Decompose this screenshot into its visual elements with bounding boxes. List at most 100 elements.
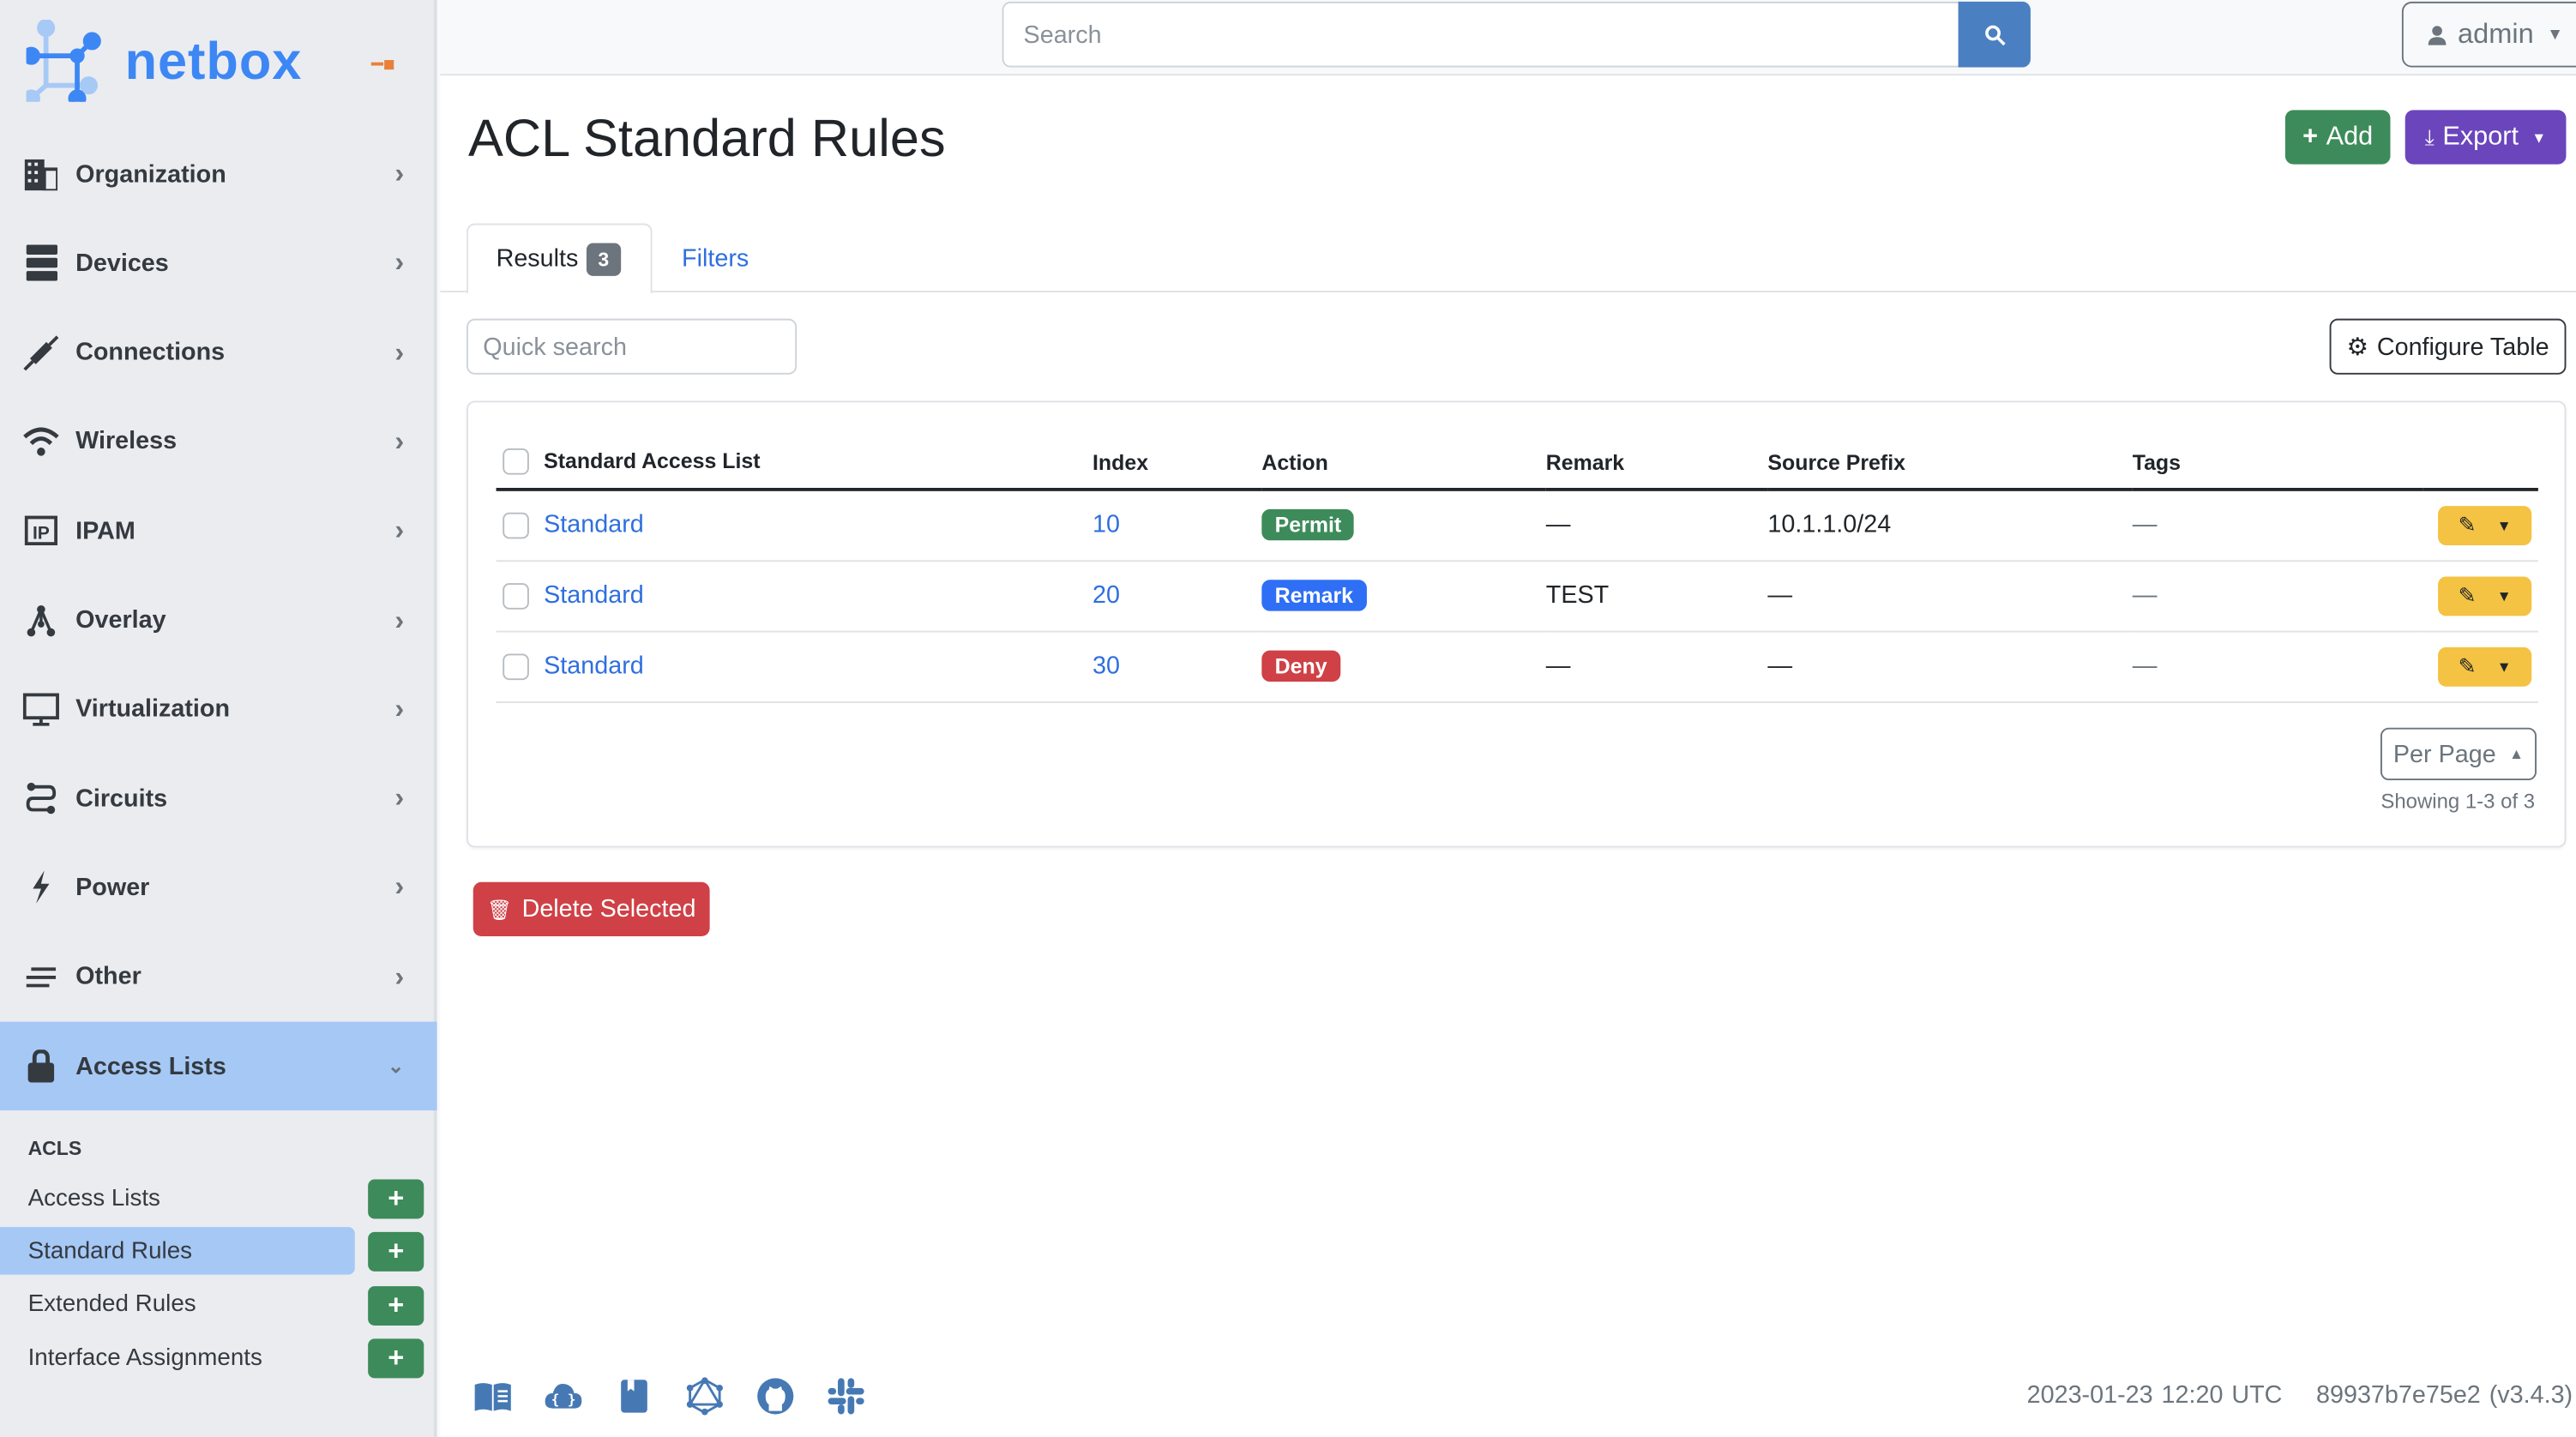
sidebar-subitem-extended-rules[interactable]: Extended Rules [0,1281,355,1329]
row-checkbox[interactable] [503,513,529,539]
sidebar-item-label: Power [75,873,150,902]
building-icon [23,158,59,190]
search-input[interactable]: Search [1002,1,1960,68]
caret-down-icon[interactable]: ▼ [2497,587,2512,604]
api-cloud-icon[interactable]: { } [544,1376,583,1416]
column-header[interactable]: Remark [1545,435,1768,491]
sidebar-subitem-label: Interface Assignments [27,1344,262,1372]
sidebar-subitem-standard-rules[interactable]: Standard Rules [0,1227,355,1276]
sidebar-item-devices[interactable]: Devices › [0,219,437,307]
sidebar-item-organization[interactable]: Organization › [0,129,437,218]
user-icon [2428,25,2447,45]
tags-cell: — [2132,560,2423,632]
add-button[interactable]: + Add [2284,110,2391,165]
action-badge: Permit [1261,509,1355,541]
index-link[interactable]: 20 [1092,581,1120,610]
sidebar-item-label: Other [75,963,141,991]
netbox-logo-icon [26,19,101,102]
sidebar-item-circuits[interactable]: Circuits › [0,755,437,843]
sidebar-item-label: Wireless [75,427,178,456]
bookmark-icon[interactable] [615,1376,654,1416]
caret-down-icon[interactable]: ▼ [2497,658,2512,674]
results-card: Standard Access List Index Action Remark… [466,400,2567,848]
netbox-logo[interactable]: netbox [26,19,303,102]
quick-search-input[interactable]: Quick search [466,318,797,375]
configure-label: Configure Table [2376,332,2549,361]
table-row: Standard 10 Permit —10.1.1.0/24— ✎ ▼ [496,489,2538,562]
row-actions: ✎ ▼ [2438,646,2532,686]
add-extended-rules-button[interactable]: + [368,1285,424,1326]
export-button[interactable]: ⤓ Export ▼ [2404,110,2567,165]
sidebar-subitem-interface-assignments[interactable]: Interface Assignments [0,1334,355,1382]
acl-link[interactable]: Standard [544,652,644,681]
column-header[interactable]: Standard Access List [544,448,760,472]
search-icon [1984,24,2005,45]
github-icon[interactable] [755,1376,795,1416]
pin-icon[interactable]: ━■ [371,52,395,75]
acl-link[interactable]: Standard [544,511,644,539]
book-icon[interactable] [473,1376,513,1416]
tab-results[interactable]: Results 3 [466,223,653,294]
acl-link[interactable]: Standard [544,581,644,610]
user-menu-button[interactable]: admin ▼ [2401,1,2576,68]
sidebar-item-power[interactable]: Power › [0,844,437,932]
chevron-right-icon: › [394,157,405,189]
edit-pencil-icon[interactable]: ✎ [2459,582,2477,609]
sidebar-item-label: Connections [75,338,226,367]
row-checkbox[interactable] [503,583,529,610]
configure-table-button[interactable]: ⚙ Configure Table [2329,318,2567,375]
tags-cell: — [2132,489,2423,562]
index-link[interactable]: 30 [1092,652,1120,681]
tab-filters[interactable]: Filters [682,224,749,292]
brand-name: netbox [124,30,303,90]
slack-icon[interactable] [827,1376,866,1416]
footer-timestamp: 2023-01-23 12:20 UTC [2026,1381,2283,1410]
column-header[interactable]: Source Prefix [1767,435,2133,491]
sidebar-item-label: IPAM [75,516,135,545]
tags-cell: — [2132,630,2423,703]
trash-icon: 🗑 [486,897,513,921]
sidebar-subitem-access-lists[interactable]: Access Lists [0,1175,355,1223]
sidebar-item-virtualization[interactable]: Virtualization › [0,665,437,754]
sidebar-item-wireless[interactable]: Wireless › [0,397,437,485]
footer-links: { } [473,1376,866,1416]
per-page-label: Per Page [2392,740,2496,768]
add-access-lists-button[interactable]: + [368,1179,424,1219]
ip-icon: IP [23,514,59,547]
sidebar-item-access-lists[interactable]: Access Lists ⌄ [0,1021,437,1111]
edit-pencil-icon[interactable]: ✎ [2459,653,2477,680]
sidebar-subitem-label: Access Lists [27,1185,160,1212]
table-row: Standard 20 Remark TEST — — ✎ ▼ [496,560,2538,632]
add-interface-assignments-button[interactable]: + [368,1338,424,1379]
sidebar-item-ipam[interactable]: IP IPAM › [0,486,437,574]
column-header[interactable]: Tags [2132,435,2423,491]
row-checkbox[interactable] [503,653,529,681]
column-header[interactable]: Action [1261,435,1546,491]
chevron-right-icon: › [394,335,405,368]
index-link[interactable]: 10 [1092,511,1120,539]
sidebar-item-label: Devices [75,249,169,278]
edit-pencil-icon[interactable]: ✎ [2459,512,2477,538]
graphql-icon[interactable] [685,1376,725,1416]
column-header[interactable]: Index [1092,435,1262,491]
sidebar-item-connections[interactable]: Connections › [0,308,437,396]
caret-down-icon[interactable]: ▼ [2497,517,2512,533]
lock-icon [23,1049,59,1083]
footer-info: 2023-01-23 12:20 UTC 89937b7e75e2 (v3.4.… [2027,1381,2573,1410]
top-bar: Search admin ▼ [440,0,2576,76]
main-content: ACL Standard Rules + Add ⤓ Export ▼ Results… [440,75,2576,1437]
source-prefix-cell: — [1767,560,2133,632]
graph-icon [23,604,59,636]
sidebar-item-overlay[interactable]: Overlay › [0,575,437,664]
sidebar-item-label: Organization [75,159,226,189]
sidebar-item-label: Virtualization [75,694,231,724]
search-button[interactable] [1958,1,2031,68]
per-page-dropdown[interactable]: Per Page ▲ [2380,727,2537,781]
svg-text:{ }: { } [551,1391,576,1407]
delete-selected-button[interactable]: 🗑 Delete Selected [472,881,710,937]
footer-version: 89937b7e75e2 (v3.4.3) [2316,1381,2573,1410]
select-all-checkbox[interactable] [503,448,529,476]
add-standard-rules-button[interactable]: + [368,1232,424,1272]
sidebar-item-other[interactable]: Other › [0,933,437,1021]
chevron-right-icon: › [394,514,405,546]
